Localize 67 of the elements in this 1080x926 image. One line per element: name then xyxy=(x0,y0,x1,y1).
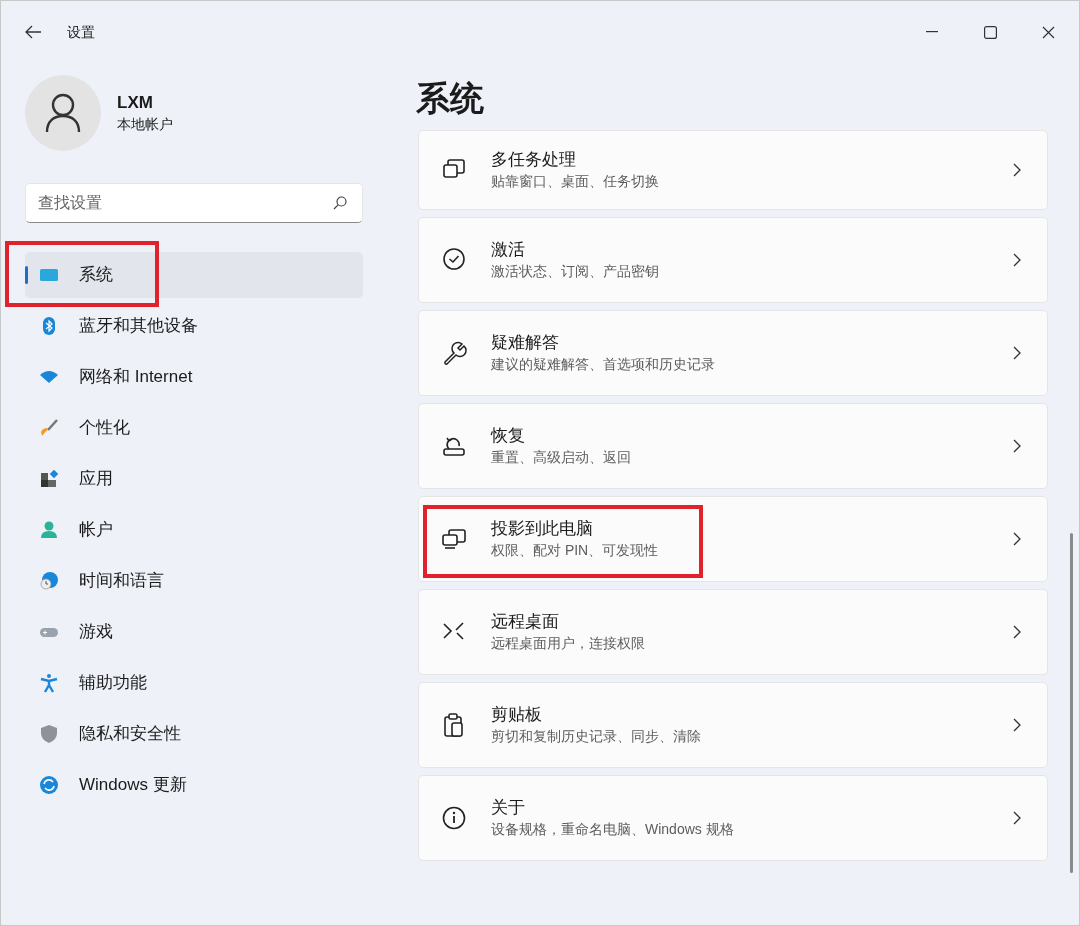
brush-icon xyxy=(39,418,59,438)
chevron-right-icon xyxy=(1013,718,1021,732)
search-field[interactable]: 查找设置 xyxy=(25,183,363,223)
back-arrow-icon xyxy=(24,25,42,39)
chevron-right-icon xyxy=(1013,439,1021,453)
card-subtitle: 贴靠窗口、桌面、任务切换 xyxy=(491,172,659,191)
chevron-right-icon xyxy=(1013,253,1021,267)
card-title: 剪贴板 xyxy=(491,704,542,726)
nav-item[interactable]: 帐户 xyxy=(25,507,363,553)
info-icon xyxy=(441,805,467,831)
settings-card[interactable]: 恢复 重置、高级启动、返回 xyxy=(418,403,1048,489)
nav-item[interactable]: 游戏 xyxy=(25,609,363,655)
nav-item[interactable]: Windows 更新 xyxy=(25,762,363,808)
nav-item[interactable]: 系统 xyxy=(25,252,363,298)
globe-clock-icon xyxy=(39,571,59,591)
card-subtitle: 重置、高级启动、返回 xyxy=(491,448,631,467)
account-name: LXM xyxy=(117,92,154,114)
card-title: 远程桌面 xyxy=(491,611,559,633)
settings-card[interactable]: 疑难解答 建议的疑难解答、首选项和历史记录 xyxy=(418,310,1048,396)
close-icon xyxy=(1041,25,1055,39)
card-title: 投影到此电脑 xyxy=(491,518,593,540)
sync-icon xyxy=(39,775,59,795)
nav-item[interactable]: 隐私和安全性 xyxy=(25,711,363,757)
devices-icon xyxy=(441,526,467,552)
card-subtitle: 远程桌面用户，连接权限 xyxy=(491,634,645,653)
wrench-icon xyxy=(441,340,467,366)
search-icon xyxy=(333,196,347,210)
minimize-icon xyxy=(926,31,938,33)
account-type: 本地帐户 xyxy=(117,115,173,134)
settings-card[interactable]: 关于 设备规格，重命名电脑、Windows 规格 xyxy=(418,775,1048,861)
card-subtitle: 建议的疑难解答、首选项和历史记录 xyxy=(491,355,715,374)
settings-card[interactable]: 激活 激活状态、订阅、产品密钥 xyxy=(418,217,1048,303)
card-title: 多任务处理 xyxy=(491,149,576,171)
card-subtitle: 设备规格，重命名电脑、Windows 规格 xyxy=(491,820,734,839)
person-icon xyxy=(45,93,81,133)
maximize-icon xyxy=(983,25,997,39)
apps-icon xyxy=(39,469,59,489)
nav-item[interactable]: 网络和 Internet xyxy=(25,354,363,400)
card-subtitle: 权限、配对 PIN、可发现性 xyxy=(491,541,659,560)
chevron-right-icon xyxy=(1013,625,1021,639)
nav-item[interactable]: 应用 xyxy=(25,456,363,502)
nav-item[interactable]: 个性化 xyxy=(25,405,363,451)
person-icon xyxy=(39,520,59,540)
card-title: 疑难解答 xyxy=(491,332,559,354)
card-title: 关于 xyxy=(491,797,525,819)
chevron-right-icon xyxy=(1013,346,1021,360)
card-title: 激活 xyxy=(491,239,525,261)
settings-card[interactable]: 远程桌面 远程桌面用户，连接权限 xyxy=(418,589,1048,675)
chevron-right-icon xyxy=(1013,163,1021,177)
page-title: 系统 xyxy=(416,78,485,118)
settings-card[interactable]: 投影到此电脑 权限、配对 PIN、可发现性 xyxy=(418,496,1048,582)
scrollbar-thumb[interactable] xyxy=(1070,533,1073,873)
accessibility-icon xyxy=(39,673,59,693)
chevron-right-icon xyxy=(1013,811,1021,825)
shield-icon xyxy=(39,724,59,744)
nav-item[interactable]: 辅助功能 xyxy=(25,660,363,706)
card-subtitle: 剪切和复制历史记录、同步、清除 xyxy=(491,727,701,746)
card-title: 恢复 xyxy=(491,425,525,447)
chevron-right-icon xyxy=(1013,532,1021,546)
check-circle-icon xyxy=(441,247,467,273)
card-subtitle: 激活状态、订阅、产品密钥 xyxy=(491,262,659,281)
selection-indicator xyxy=(25,266,28,284)
settings-card[interactable]: 多任务处理 贴靠窗口、桌面、任务切换 xyxy=(418,130,1048,210)
nav-item[interactable]: 时间和语言 xyxy=(25,558,363,604)
settings-card[interactable]: 剪贴板 剪切和复制历史记录、同步、清除 xyxy=(418,682,1048,768)
window-title: 设置 xyxy=(67,22,95,42)
nav-item[interactable]: 蓝牙和其他设备 xyxy=(25,303,363,349)
